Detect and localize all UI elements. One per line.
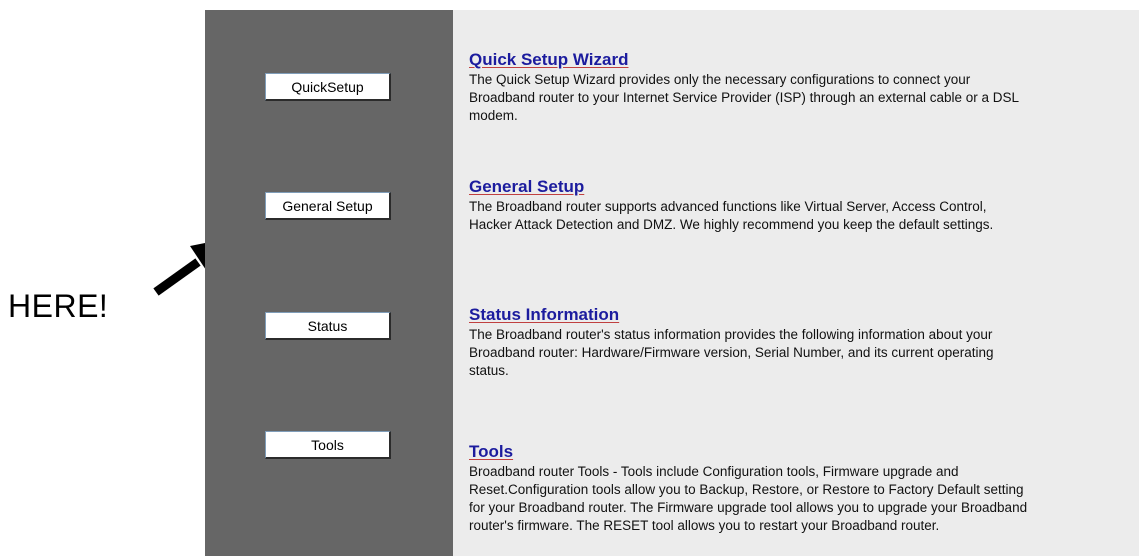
tools-link[interactable]: Tools	[469, 442, 513, 462]
annotation-label: HERE!	[8, 288, 109, 324]
status-information-link[interactable]: Status Information	[469, 305, 619, 325]
section-status-information: Status Information The Broadband router'…	[469, 305, 1029, 380]
section-tools: Tools Broadband router Tools - Tools inc…	[469, 442, 1029, 535]
general-setup-description: The Broadband router supports advanced f…	[469, 199, 994, 232]
main-content: Quick Setup Wizard The Quick Setup Wizar…	[453, 10, 1139, 556]
quicksetup-button[interactable]: QuickSetup	[265, 73, 391, 101]
tools-description: Broadband router Tools - Tools include C…	[469, 464, 1028, 533]
section-quick-setup: Quick Setup Wizard The Quick Setup Wizar…	[469, 50, 1029, 125]
quick-setup-description: The Quick Setup Wizard provides only the…	[469, 72, 1019, 123]
general-setup-link[interactable]: General Setup	[469, 177, 584, 197]
section-general-setup: General Setup The Broadband router suppo…	[469, 177, 1029, 234]
status-information-description: The Broadband router's status informatio…	[469, 327, 994, 378]
sidebar: QuickSetup General Setup Status Tools	[205, 10, 453, 556]
tools-button[interactable]: Tools	[265, 431, 391, 459]
quick-setup-wizard-link[interactable]: Quick Setup Wizard	[469, 50, 628, 70]
status-button[interactable]: Status	[265, 312, 391, 340]
general-setup-button[interactable]: General Setup	[265, 192, 391, 220]
